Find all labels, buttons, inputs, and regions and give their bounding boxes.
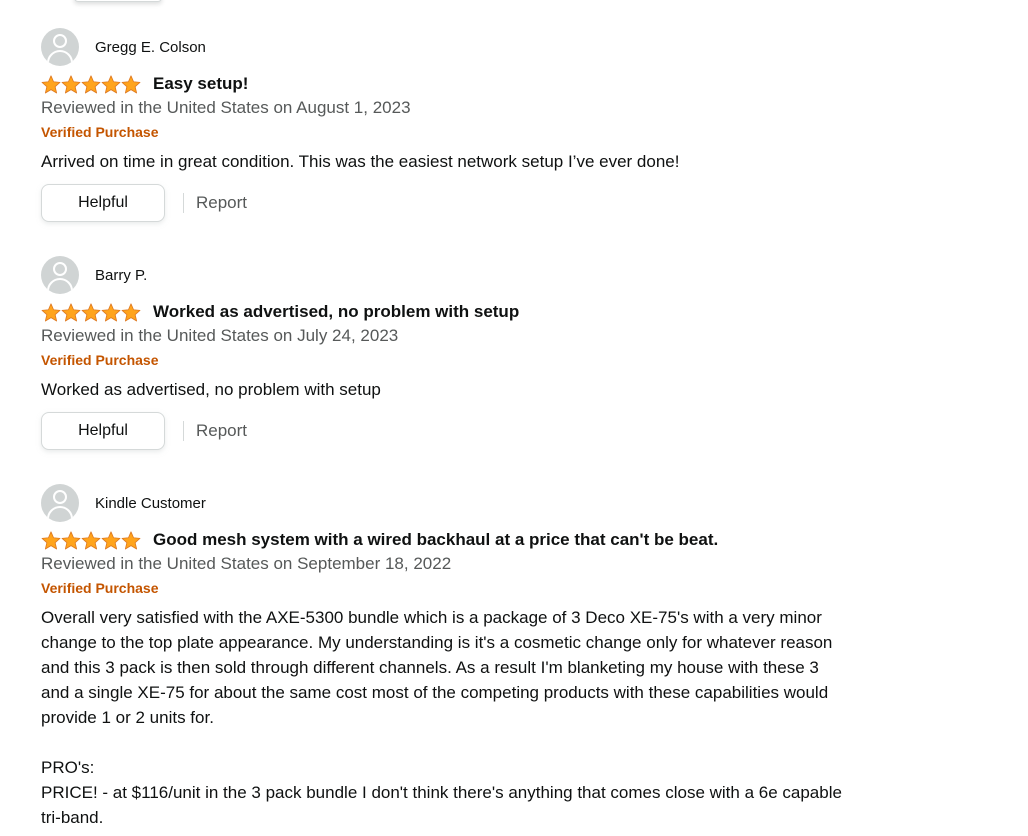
review-title[interactable]: Good mesh system with a wired backhaul a… — [153, 530, 718, 550]
reviewer-name[interactable]: Gregg E. Colson — [95, 39, 206, 56]
review-date: Reviewed in the United States on August … — [41, 98, 411, 117]
verified-purchase-badge: Verified Purchase — [41, 124, 159, 140]
divider — [183, 421, 184, 441]
reviewer-profile[interactable]: Gregg E. Colson — [41, 28, 901, 66]
star-icon — [101, 302, 121, 321]
star-icon — [81, 530, 101, 549]
review-date: Reviewed in the United States on July 24… — [41, 326, 399, 345]
helpful-button[interactable]: Helpful — [41, 412, 165, 450]
report-link[interactable]: Report — [196, 193, 247, 213]
default-profile-avatar-icon — [41, 256, 79, 294]
review-body: Arrived on time in great condition. This… — [41, 152, 680, 171]
star-icon — [61, 530, 81, 549]
star-icon — [61, 302, 81, 321]
helpful-button[interactable]: Helpful — [41, 184, 165, 222]
review-date: Reviewed in the United States on Septemb… — [41, 554, 452, 573]
verified-purchase-badge: Verified Purchase — [41, 580, 159, 596]
star-icon — [101, 74, 121, 93]
star-icon — [81, 302, 101, 321]
reviewer-name[interactable]: Kindle Customer — [95, 495, 206, 512]
reviewer-name[interactable]: Barry P. — [95, 267, 147, 284]
review-body: Worked as advertised, no problem with se… — [41, 380, 381, 399]
review-title[interactable]: Worked as advertised, no problem with se… — [153, 302, 519, 322]
star-rating[interactable] — [41, 302, 141, 322]
star-icon — [41, 302, 61, 321]
reviewer-profile[interactable]: Kindle Customer — [41, 484, 901, 522]
review-body: Overall very satisfied with the AXE-5300… — [41, 608, 842, 827]
star-rating[interactable] — [41, 74, 141, 94]
review-card: Kindle Customer Good mesh system with a … — [41, 484, 901, 830]
previous-helpful-button-edge[interactable] — [74, 0, 162, 2]
star-icon — [121, 74, 141, 93]
default-profile-avatar-icon — [41, 28, 79, 66]
star-icon — [61, 74, 81, 93]
default-profile-avatar-icon — [41, 484, 79, 522]
star-icon — [81, 74, 101, 93]
report-link[interactable]: Report — [196, 421, 247, 441]
star-icon — [121, 302, 141, 321]
star-icon — [121, 530, 141, 549]
reviewer-profile[interactable]: Barry P. — [41, 256, 901, 294]
star-icon — [41, 74, 61, 93]
star-icon — [41, 530, 61, 549]
star-icon — [101, 530, 121, 549]
star-rating[interactable] — [41, 530, 141, 550]
review-card: Barry P. Worked as advertised, no proble… — [41, 256, 901, 450]
verified-purchase-badge: Verified Purchase — [41, 352, 159, 368]
review-title[interactable]: Easy setup! — [153, 74, 248, 94]
divider — [183, 193, 184, 213]
review-card: Gregg E. Colson Easy setup! Reviewed in … — [41, 28, 901, 222]
